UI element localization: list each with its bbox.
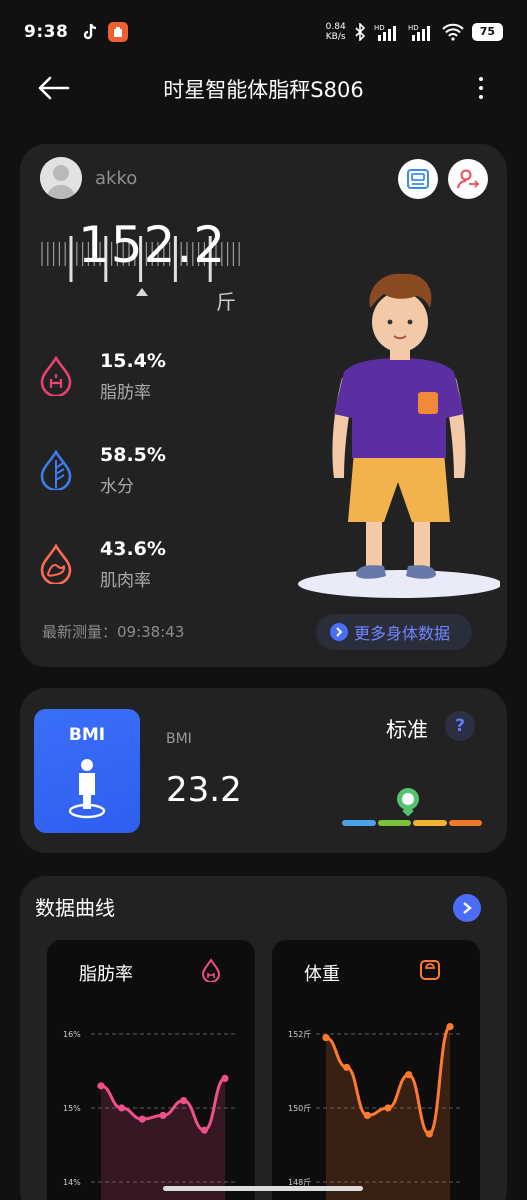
bmi-position-marker [397, 788, 419, 810]
bmi-scale-segment [342, 820, 376, 826]
muscle-value: 43.6% [100, 538, 166, 560]
body-fat-chart-title: 脂肪率 [79, 964, 133, 985]
home-indicator[interactable] [163, 1186, 363, 1191]
status-indicators: 0.84 KB/s HD HD 75 [326, 22, 503, 42]
bmi-scale-segment [413, 820, 447, 826]
data-curves-more-button[interactable] [453, 894, 481, 922]
more-body-data-button[interactable]: 更多身体数据 [316, 614, 472, 650]
chart-point [384, 1104, 392, 1112]
chart-area [326, 1026, 450, 1200]
metric-muscle[interactable]: 43.6% 肌肉率 [38, 538, 298, 598]
chart-tick-label: 14% [63, 1178, 81, 1187]
net-speed-value: 0.84 [325, 22, 346, 32]
bmi-scale-segment [448, 820, 482, 826]
chart-point [200, 1126, 208, 1134]
status-bar: 9:38 0.84 KB/s HD HD 75 [0, 0, 527, 64]
muscle-icon [40, 544, 72, 584]
bmi-tile: BMI [34, 709, 140, 833]
signal-icon: HD [374, 24, 396, 41]
chart-point [138, 1115, 146, 1123]
water-label: 水分 [100, 477, 134, 497]
body-summary-card: akko 152.2 斤 15.4% 脂肪率 58.5% 水分 43.6% 肌肉… [20, 144, 507, 667]
svg-text:HD: HD [408, 24, 419, 32]
more-options-button[interactable] [475, 72, 487, 104]
bmi-label: BMI [166, 731, 192, 747]
scale-device-button[interactable] [398, 159, 438, 199]
back-button[interactable] [36, 72, 72, 104]
chart-tick-label: 16% [63, 1030, 81, 1039]
bmi-value: 23.2 [166, 770, 242, 810]
user-switch-icon [457, 169, 480, 191]
chart-area [101, 1078, 225, 1200]
app-header: 时星智能体脂秤S806 [0, 64, 527, 114]
last-measure-time: 最新测量：09:38:43 [42, 623, 185, 641]
weight-chart-title: 体重 [304, 964, 340, 985]
chart-point [180, 1097, 188, 1105]
page-title: 时星智能体脂秤S806 [163, 78, 364, 102]
svg-text:HD: HD [374, 24, 385, 32]
avatar[interactable] [40, 157, 82, 199]
person-standing-icon [68, 759, 106, 819]
bluetooth-icon [355, 23, 365, 41]
chart-point [322, 1034, 330, 1042]
chevron-right-icon [330, 623, 348, 641]
weight-chart-card[interactable]: 体重 152斤 150斤 148斤 [272, 940, 480, 1200]
chart-point [159, 1111, 167, 1119]
metric-body-fat[interactable]: 15.4% 脂肪率 [38, 350, 298, 410]
chart-tick-label: 150斤 [288, 1103, 311, 1113]
net-speed-unit: KB/s [325, 32, 346, 42]
username: akko [95, 168, 138, 189]
app-notification-icon [108, 22, 129, 42]
signal-icon-2: HD [408, 24, 430, 41]
body-fat-chart-card[interactable]: 脂肪率 16% 15% 14% [47, 940, 255, 1200]
chevron-right-icon [463, 902, 472, 914]
chart-tick-label: 152斤 [288, 1029, 311, 1039]
scale-icon [420, 960, 440, 980]
body-fat-line-chart: 16% 15% 14% [63, 1030, 235, 1200]
chart-point [363, 1111, 371, 1119]
tiktok-icon [80, 22, 100, 42]
chart-point [446, 1023, 454, 1031]
more-body-data-label: 更多身体数据 [354, 624, 451, 643]
chart-point [221, 1074, 229, 1082]
body-fat-value: 15.4% [100, 350, 166, 372]
chart-point [343, 1063, 351, 1071]
body-avatar-illustration [298, 273, 500, 598]
scale-icon [407, 169, 429, 189]
chart-point [425, 1130, 433, 1138]
body-fat-icon [201, 958, 221, 982]
wifi-icon [441, 23, 464, 41]
net-speed: 0.84 KB/s [326, 22, 346, 42]
body-fat-label: 脂肪率 [100, 383, 151, 403]
status-time: 9:38 [24, 22, 69, 42]
data-curves-card: 数据曲线 脂肪率 16% 15% 14% 体重 152斤 150斤 148斤 [20, 876, 507, 1200]
chart-point [405, 1071, 413, 1079]
bmi-card[interactable]: BMI BMI 23.2 标准 ? [20, 688, 507, 853]
switch-user-button[interactable] [448, 159, 488, 199]
data-curves-title: 数据曲线 [35, 896, 115, 920]
muscle-label: 肌肉率 [100, 571, 151, 591]
water-leaf-icon [40, 450, 72, 490]
weight-value: 152.2 [78, 216, 227, 274]
weight-unit: 斤 [216, 290, 236, 314]
body-fat-icon [40, 356, 72, 396]
chart-point [97, 1082, 105, 1090]
battery-indicator: 75 [471, 23, 503, 41]
back-arrow-icon [38, 76, 70, 100]
water-value: 58.5% [100, 444, 166, 466]
bmi-scale-segment [377, 820, 411, 826]
bmi-status: 标准 [386, 718, 428, 742]
chart-tick-label: 15% [63, 1104, 81, 1113]
metric-water[interactable]: 58.5% 水分 [38, 444, 298, 504]
bmi-scale [342, 820, 482, 826]
chart-point [118, 1104, 126, 1112]
bmi-help-button[interactable]: ? [445, 711, 475, 741]
weight-line-chart: 152斤150斤148斤 [288, 1023, 460, 1200]
